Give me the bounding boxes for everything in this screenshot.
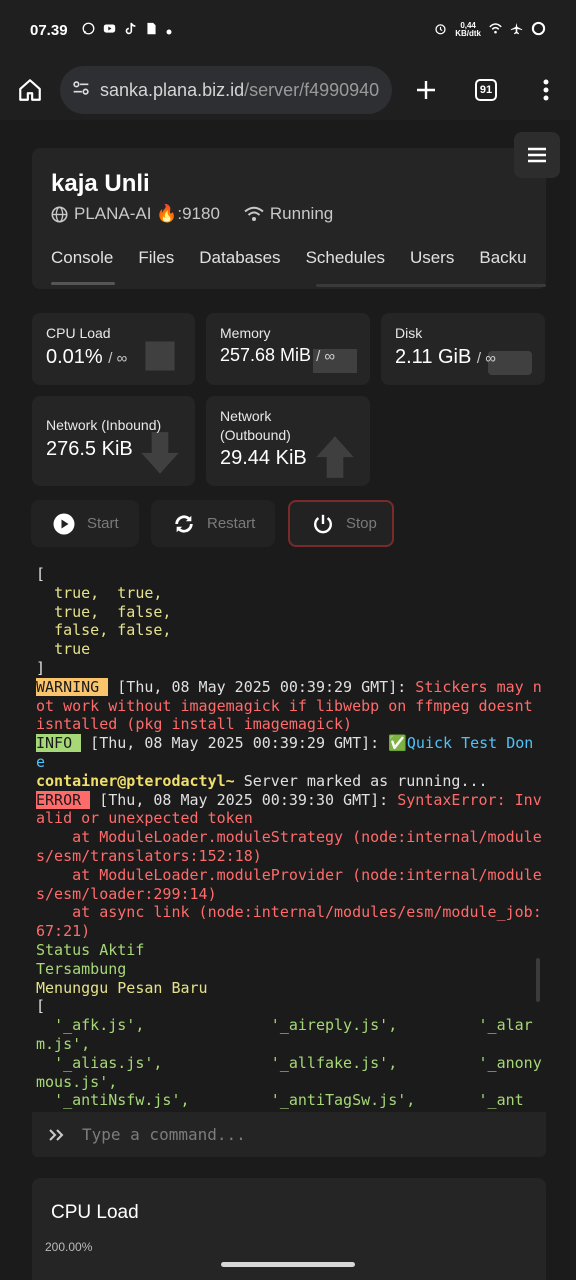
command-bar <box>32 1112 546 1157</box>
upload-bg-icon <box>316 436 354 478</box>
panel-page: kaja Unli PLANA-AI 🔥:9180 Running Consol… <box>0 120 576 1280</box>
chevrons-right-icon <box>49 1128 64 1141</box>
tab-console[interactable]: Console <box>51 248 113 268</box>
home-button[interactable] <box>0 60 60 120</box>
tab-users[interactable]: Users <box>410 248 454 268</box>
console-scrollbar[interactable] <box>536 958 540 1002</box>
file-icon <box>145 22 158 39</box>
command-input[interactable] <box>82 1125 502 1144</box>
stat-net-in: Network (Inbound) 276.5 KiB <box>32 396 195 486</box>
globe-icon <box>51 205 68 223</box>
network-speed: 0,44 KB/dtk <box>455 21 481 38</box>
tabs-scrollbar[interactable] <box>316 284 546 287</box>
address-bar[interactable]: sanka.plana.biz.id/server/f4990940 <box>60 66 392 114</box>
airplane-icon <box>510 22 523 38</box>
server-header-card: kaja Unli PLANA-AI 🔥:9180 Running Consol… <box>32 148 546 289</box>
power-icon <box>314 514 332 533</box>
play-icon <box>53 513 75 534</box>
error-badge: ERROR <box>36 790 91 809</box>
tab-backups[interactable]: Backu <box>479 248 526 268</box>
hamburger-icon <box>528 147 546 163</box>
restart-label: Restart <box>207 515 256 532</box>
server-tabs: Console Files Databases Schedules Users … <box>51 248 541 268</box>
plus-icon <box>417 81 435 99</box>
stat-memory-label: Memory <box>220 325 271 341</box>
tab-switcher-button[interactable]: 91 <box>456 60 516 120</box>
cpu-bg-icon <box>145 341 175 371</box>
alarm-icon <box>434 22 447 38</box>
info-badge: INFO <box>36 734 82 753</box>
server-name: kaja Unli <box>51 170 150 197</box>
url-text: sanka.plana.biz.id/server/f4990940 <box>100 79 380 100</box>
stat-cpu: CPU Load 0.01% / ∞ <box>32 313 195 385</box>
youtube-icon <box>103 22 116 39</box>
site-settings-icon[interactable] <box>70 77 92 104</box>
stat-net-out: Network (Outbound) 29.44 KiB <box>206 396 370 486</box>
stat-memory: Memory 257.68 MiB / ∞ <box>206 313 370 385</box>
dot-icon <box>166 22 172 39</box>
tab-count: 91 <box>475 79 497 101</box>
browser-menu-button[interactable] <box>516 60 576 120</box>
start-button[interactable]: Start <box>31 500 139 547</box>
gesture-nav-bar[interactable] <box>221 1262 355 1267</box>
stat-disk: Disk 2.11 GiB / ∞ <box>381 313 545 385</box>
stat-disk-label: Disk <box>395 325 423 341</box>
new-tab-button[interactable] <box>396 60 456 120</box>
stat-net-out-label: Network (Outbound) <box>220 408 291 443</box>
restart-icon <box>175 514 193 533</box>
stop-button[interactable]: Stop <box>288 500 394 547</box>
cpu-chart-axis-label: 200.00% <box>45 1240 93 1254</box>
tab-schedules[interactable]: Schedules <box>306 248 385 268</box>
wifi-status-icon <box>244 206 264 221</box>
clock: 07.39 <box>30 21 68 39</box>
stat-cpu-label: CPU Load <box>46 325 111 341</box>
status-bar: 07.39 0,44 KB/dtk <box>0 0 576 60</box>
warning-badge: WARNING <box>36 677 109 696</box>
status-label: Running <box>269 204 334 223</box>
server-node: PLANA-AI 🔥:9180 <box>51 204 220 224</box>
stop-label: Stop <box>346 515 377 532</box>
disk-bg-icon <box>488 351 532 375</box>
restart-button[interactable]: Restart <box>151 500 275 547</box>
cpu-chart-title: CPU Load <box>51 1202 139 1223</box>
stat-net-out-value: 29.44 KiB <box>220 447 307 469</box>
console-text: [ true, true, true, false, false, false,… <box>36 565 542 1110</box>
home-icon <box>19 79 41 101</box>
start-label: Start <box>87 515 119 532</box>
wifi-icon <box>489 22 502 38</box>
stat-net-in-value: 276.5 KiB <box>46 438 133 460</box>
whatsapp-icon <box>82 22 95 39</box>
console-output[interactable]: [ true, true, true, false, false, false,… <box>32 560 546 1110</box>
more-vert-icon <box>543 79 549 101</box>
tiktok-icon <box>124 22 137 39</box>
active-tab-indicator <box>51 282 115 285</box>
stat-disk-value: 2.11 GiB / ∞ <box>395 346 496 368</box>
memory-bg-icon <box>313 349 357 373</box>
download-bg-icon <box>141 432 179 474</box>
node-label: PLANA-AI 🔥:9180 <box>74 204 220 223</box>
battery-icon <box>531 21 546 39</box>
tab-files[interactable]: Files <box>138 248 174 268</box>
stat-cpu-value: 0.01% / ∞ <box>46 346 128 368</box>
browser-toolbar: sanka.plana.biz.id/server/f4990940 91 <box>0 60 576 120</box>
panel-menu-button[interactable] <box>514 132 560 178</box>
server-status: Running <box>244 204 333 224</box>
tab-databases[interactable]: Databases <box>199 248 280 268</box>
server-meta: PLANA-AI 🔥:9180 Running <box>51 204 357 224</box>
